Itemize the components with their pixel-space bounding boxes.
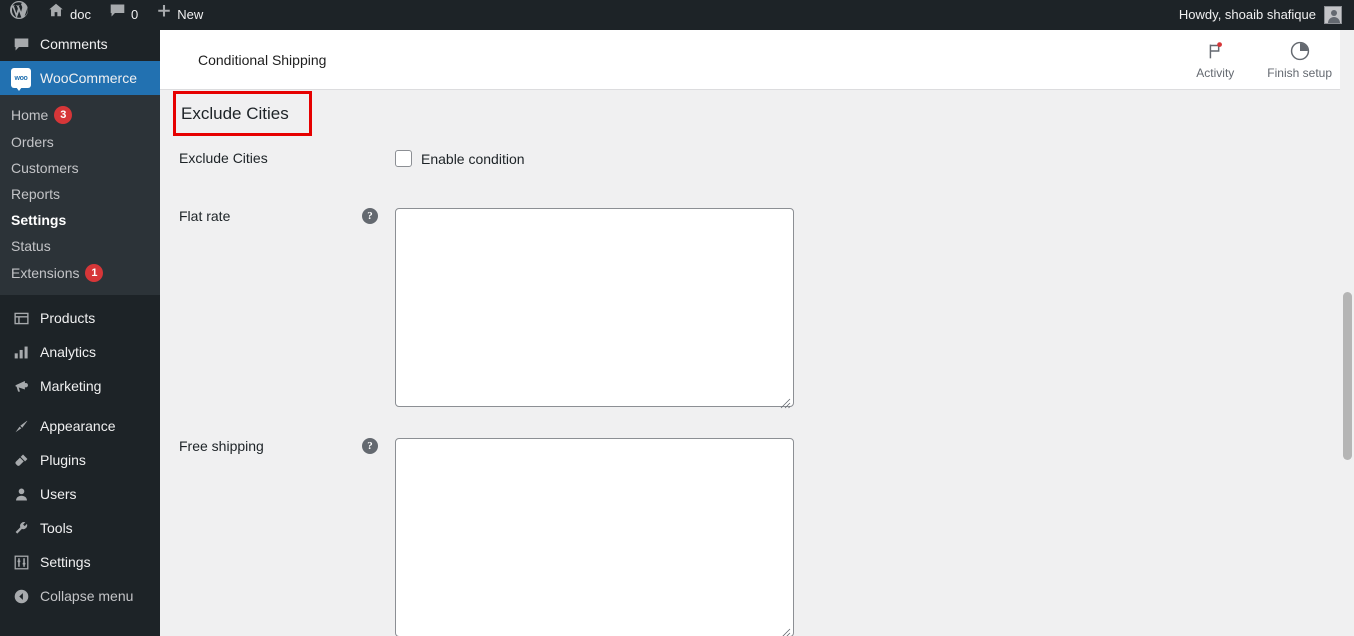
collapse-menu-button[interactable]: Collapse menu <box>0 579 160 613</box>
sidebar-item-woocommerce[interactable]: woo WooCommerce <box>0 61 160 95</box>
woocommerce-submenu: Home 3 Orders Customers Reports Settings… <box>0 95 160 295</box>
sidebar-item-label: WooCommerce <box>40 70 137 86</box>
admin-sidebar: Comments woo WooCommerce Home 3 Orders C… <box>0 0 160 636</box>
sidebar-item-analytics[interactable]: Analytics <box>0 335 160 369</box>
woocommerce-logo-icon: woo <box>11 68 31 91</box>
submenu-label: Home <box>11 107 49 123</box>
finish-setup-label: Finish setup <box>1267 66 1332 80</box>
sidebar-item-marketing[interactable]: Marketing <box>0 369 160 403</box>
submenu-item-reports[interactable]: Reports <box>0 181 160 207</box>
paintbrush-icon <box>11 416 31 436</box>
sidebar-item-tools[interactable]: Tools <box>0 511 160 545</box>
sidebar-item-plugins[interactable]: Plugins <box>0 443 160 477</box>
submenu-label: Orders <box>11 134 54 150</box>
field-label: Exclude Cities <box>179 150 268 166</box>
sidebar-item-settings[interactable]: Settings <box>0 545 160 579</box>
notification-badge: 1 <box>85 264 104 282</box>
activity-button[interactable]: Activity <box>1187 39 1243 80</box>
user-icon <box>11 484 31 504</box>
enable-condition-label: Enable condition <box>421 150 525 167</box>
flat-rate-textarea[interactable] <box>395 208 794 407</box>
activity-label: Activity <box>1196 66 1235 80</box>
bar-chart-icon <box>11 342 31 362</box>
submenu-label: Settings <box>11 212 67 228</box>
field-label-wrap: Free shipping ? <box>160 438 395 636</box>
scrollbar-thumb[interactable] <box>1343 292 1352 460</box>
site-name-label: doc <box>70 7 91 22</box>
comments-button[interactable]: 0 <box>100 0 147 30</box>
notification-badge: 3 <box>54 106 73 124</box>
screen: Comments woo WooCommerce Home 3 Orders C… <box>0 0 1354 636</box>
sidebar-item-label: Comments <box>40 36 108 52</box>
enable-condition-checkbox[interactable] <box>395 150 412 167</box>
page-title: Conditional Shipping <box>198 51 327 68</box>
woocommerce-page-header: Conditional Shipping Activity Finish set… <box>160 30 1354 90</box>
free-shipping-textarea-wrap <box>395 438 794 636</box>
form-row-exclude-cities: Exclude Cities Enable condition <box>160 150 1354 167</box>
comments-count: 0 <box>130 7 139 22</box>
submenu-label: Customers <box>11 160 79 176</box>
home-icon <box>47 0 65 30</box>
submenu-item-orders[interactable]: Orders <box>0 129 160 155</box>
sidebar-item-label: Products <box>40 310 96 326</box>
greeting-label: Howdy, shoaib shafique <box>1178 7 1316 22</box>
submenu-item-customers[interactable]: Customers <box>0 155 160 181</box>
submenu-item-home[interactable]: Home 3 <box>0 101 160 129</box>
new-label: New <box>177 7 204 22</box>
submenu-item-settings[interactable]: Settings <box>0 207 160 233</box>
finish-setup-button[interactable]: Finish setup <box>1267 39 1332 80</box>
account-menu[interactable]: Howdy, shoaib shafique <box>1179 0 1354 30</box>
free-shipping-textarea[interactable] <box>395 438 794 636</box>
field-label-wrap: Flat rate ? <box>160 208 395 412</box>
question-mark-icon[interactable]: ? <box>362 438 378 454</box>
wrench-icon <box>11 518 31 538</box>
submenu-label: Extensions <box>11 265 80 281</box>
wp-admin-bar: doc 0 New Howdy, shoaib shafique <box>0 0 1354 30</box>
arrow-left-circle-icon <box>11 586 31 606</box>
plug-icon <box>11 450 31 470</box>
sidebar-item-label: Users <box>40 486 77 502</box>
megaphone-icon <box>11 376 31 396</box>
submenu-item-extensions[interactable]: Extensions 1 <box>0 259 160 287</box>
new-content-button[interactable]: New <box>147 0 212 30</box>
sidebar-item-users[interactable]: Users <box>0 477 160 511</box>
comment-bubble-icon <box>109 0 126 30</box>
pie-progress-icon <box>1288 39 1312 63</box>
field-label: Flat rate <box>179 208 231 224</box>
sidebar-item-products[interactable]: Products <box>0 301 160 335</box>
site-name-button[interactable]: doc <box>38 0 100 30</box>
flag-with-dot-icon <box>1203 39 1227 63</box>
main-content: Conditional Shipping Activity Finish set… <box>160 0 1354 636</box>
sidebar-item-label: Analytics <box>40 344 97 360</box>
sidebar-item-appearance[interactable]: Appearance <box>0 409 160 443</box>
question-mark-icon[interactable]: ? <box>362 208 378 224</box>
sidebar-item-label: Plugins <box>40 452 86 468</box>
form-row-flat-rate: Flat rate ? <box>160 208 1354 412</box>
sliders-icon <box>11 552 31 572</box>
wordpress-logo-button[interactable] <box>0 0 38 30</box>
sidebar-item-label: Appearance <box>40 418 116 434</box>
form-row-free-shipping: Free shipping ? <box>160 438 1354 636</box>
submenu-item-status[interactable]: Status <box>0 233 160 259</box>
user-avatar-icon <box>1324 6 1342 24</box>
plus-icon <box>156 0 172 30</box>
settings-panel: Exclude Cities Exclude Cities Enable con… <box>160 90 1354 636</box>
sidebar-item-comments[interactable]: Comments <box>0 27 160 61</box>
submenu-label: Status <box>11 238 51 254</box>
section-title: Exclude Cities <box>181 103 289 123</box>
section-title-highlight: Exclude Cities <box>173 91 312 136</box>
collapse-menu-label: Collapse menu <box>40 588 134 604</box>
header-actions: Activity Finish setup <box>1187 39 1354 80</box>
sidebar-item-label: Tools <box>40 520 73 536</box>
sidebar-item-label: Settings <box>40 554 91 570</box>
submenu-label: Reports <box>11 186 61 202</box>
wordpress-icon <box>9 0 29 31</box>
flat-rate-textarea-wrap <box>395 208 794 412</box>
enable-condition-control[interactable]: Enable condition <box>395 150 525 167</box>
page-scrollbar[interactable] <box>1340 30 1354 636</box>
sidebar-item-label: Marketing <box>40 378 102 394</box>
comment-bubble-icon <box>11 34 31 54</box>
products-box-icon <box>11 308 31 328</box>
field-label: Free shipping <box>179 438 264 454</box>
